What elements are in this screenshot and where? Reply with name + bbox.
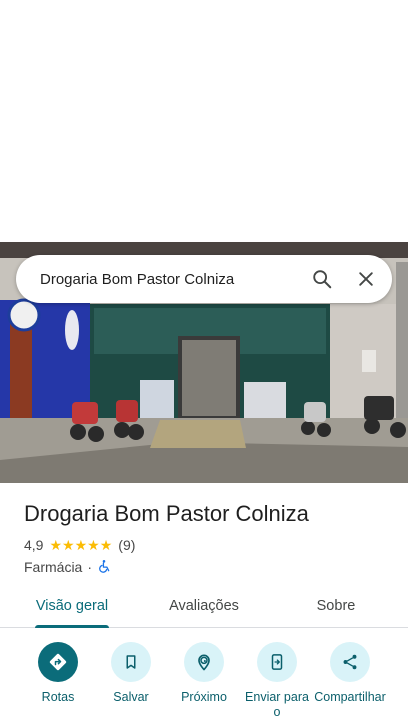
- map-blank-area: [0, 0, 408, 242]
- save-button[interactable]: Salvar: [91, 642, 171, 705]
- tab-reviews[interactable]: Avaliações: [154, 584, 254, 628]
- nearby-label: Próximo: [181, 690, 227, 704]
- place-category: Farmácia: [24, 559, 83, 575]
- send-to-phone-icon: [257, 642, 297, 682]
- place-title: Drogaria Bom Pastor Colniza: [24, 501, 309, 526]
- send-to-phone-button[interactable]: Enviar para o: [237, 642, 317, 720]
- nearby-button[interactable]: Próximo: [164, 642, 244, 705]
- reviews-count[interactable]: (9): [118, 537, 135, 553]
- bookmark-icon: [111, 642, 151, 682]
- star-icon: ★: [62, 537, 75, 553]
- star-icon: ★: [49, 537, 63, 553]
- share-icon: [330, 642, 370, 682]
- search-query-text[interactable]: Drogaria Bom Pastor Colniza: [40, 271, 302, 288]
- search-icon[interactable]: [302, 259, 342, 299]
- active-tab-indicator: [35, 625, 109, 628]
- star-icon: ★: [74, 537, 88, 553]
- search-bar[interactable]: Drogaria Bom Pastor Colniza: [16, 255, 392, 303]
- tab-overview[interactable]: Visão geral: [24, 584, 120, 628]
- rating-stars: ★ ★ ★ ★ ★: [49, 538, 112, 552]
- category-row: Farmácia ·: [24, 558, 394, 576]
- close-icon[interactable]: [346, 259, 386, 299]
- send-to-phone-label: Enviar para o: [245, 690, 309, 719]
- wheelchair-icon: [97, 559, 111, 576]
- save-label: Salvar: [113, 690, 149, 704]
- rating-row[interactable]: 4,9 ★ ★ ★ ★ ★ (9): [24, 536, 394, 554]
- place-info: Drogaria Bom Pastor Colniza 4,9 ★ ★ ★ ★ …: [24, 500, 394, 576]
- place-tabs: Visão geral Avaliações Sobre: [0, 584, 408, 628]
- share-label: Compartilhar: [314, 690, 386, 704]
- action-buttons: Rotas Salvar Próximo Enviar para o Compa…: [0, 640, 408, 726]
- share-button[interactable]: Compartilhar: [310, 642, 390, 705]
- star-icon: ★: [87, 537, 100, 553]
- directions-icon: [38, 642, 78, 682]
- directions-label: Rotas: [41, 690, 75, 704]
- nearby-icon: [184, 642, 224, 682]
- separator-dot: ·: [87, 559, 93, 575]
- rating-value: 4,9: [24, 537, 44, 553]
- directions-button[interactable]: Rotas: [18, 642, 98, 705]
- star-icon: ★: [99, 537, 113, 553]
- tab-about[interactable]: Sobre: [296, 584, 376, 628]
